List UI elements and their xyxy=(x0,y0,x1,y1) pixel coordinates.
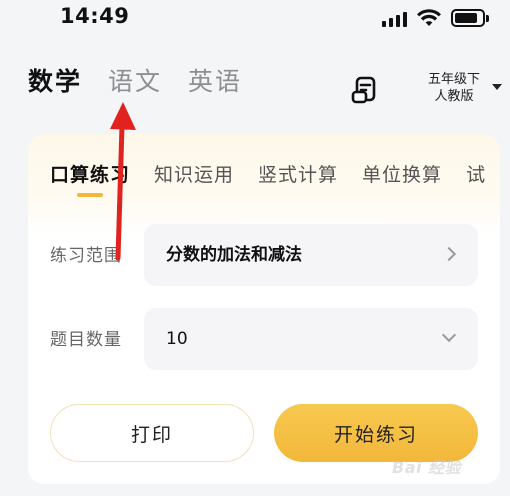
tab-chinese[interactable]: 语文 xyxy=(108,62,162,102)
battery-icon xyxy=(451,9,489,27)
practice-card: 口算练习 知识运用 竖式计算 单位换算 试 练习范围 分数的加法和减法 题目数量… xyxy=(28,134,500,484)
grade-level: 五年级下 xyxy=(427,72,480,87)
tab-knowledge-application[interactable]: 知识运用 xyxy=(154,162,234,188)
tab-math[interactable]: 数学 xyxy=(28,62,82,102)
print-records-icon[interactable] xyxy=(351,75,381,105)
grade-selector[interactable]: 五年级下 人教版 xyxy=(420,71,504,109)
range-label: 练习范围 xyxy=(50,246,122,266)
app-screen: 14:49 数学 语文 英语 五年级下 人教版 口算练习 知识运用 竖式计算 单… xyxy=(0,0,510,496)
count-label: 题目数量 xyxy=(50,330,122,350)
start-practice-button[interactable]: 开始练习 xyxy=(274,404,478,462)
tab-test-truncated[interactable]: 试 xyxy=(466,162,486,188)
range-value: 分数的加法和减法 xyxy=(166,245,302,265)
tab-english[interactable]: 英语 xyxy=(188,62,242,102)
chevron-down-icon xyxy=(441,327,457,343)
cellular-signal-icon xyxy=(382,11,408,27)
count-select[interactable]: 10 xyxy=(144,308,478,370)
textbook-edition: 人教版 xyxy=(434,89,474,104)
print-button[interactable]: 打印 xyxy=(50,404,254,462)
wifi-icon xyxy=(417,9,441,26)
count-value: 10 xyxy=(166,329,188,349)
tab-mental-arithmetic[interactable]: 口算练习 xyxy=(50,162,131,197)
active-tab-indicator xyxy=(77,193,103,197)
status-time: 14:49 xyxy=(60,4,130,28)
chevron-right-icon xyxy=(441,246,457,262)
tab-unit-conversion[interactable]: 单位换算 xyxy=(362,162,442,188)
practice-type-tabs: 口算练习 知识运用 竖式计算 单位换算 试 xyxy=(50,162,486,197)
tab-label: 口算练习 xyxy=(50,164,131,186)
caret-down-icon xyxy=(492,84,502,90)
range-select[interactable]: 分数的加法和减法 xyxy=(144,224,478,286)
subject-tabs: 数学 语文 英语 xyxy=(28,62,242,102)
tab-vertical-calculation[interactable]: 竖式计算 xyxy=(258,162,338,188)
status-bar: 14:49 xyxy=(0,0,510,40)
